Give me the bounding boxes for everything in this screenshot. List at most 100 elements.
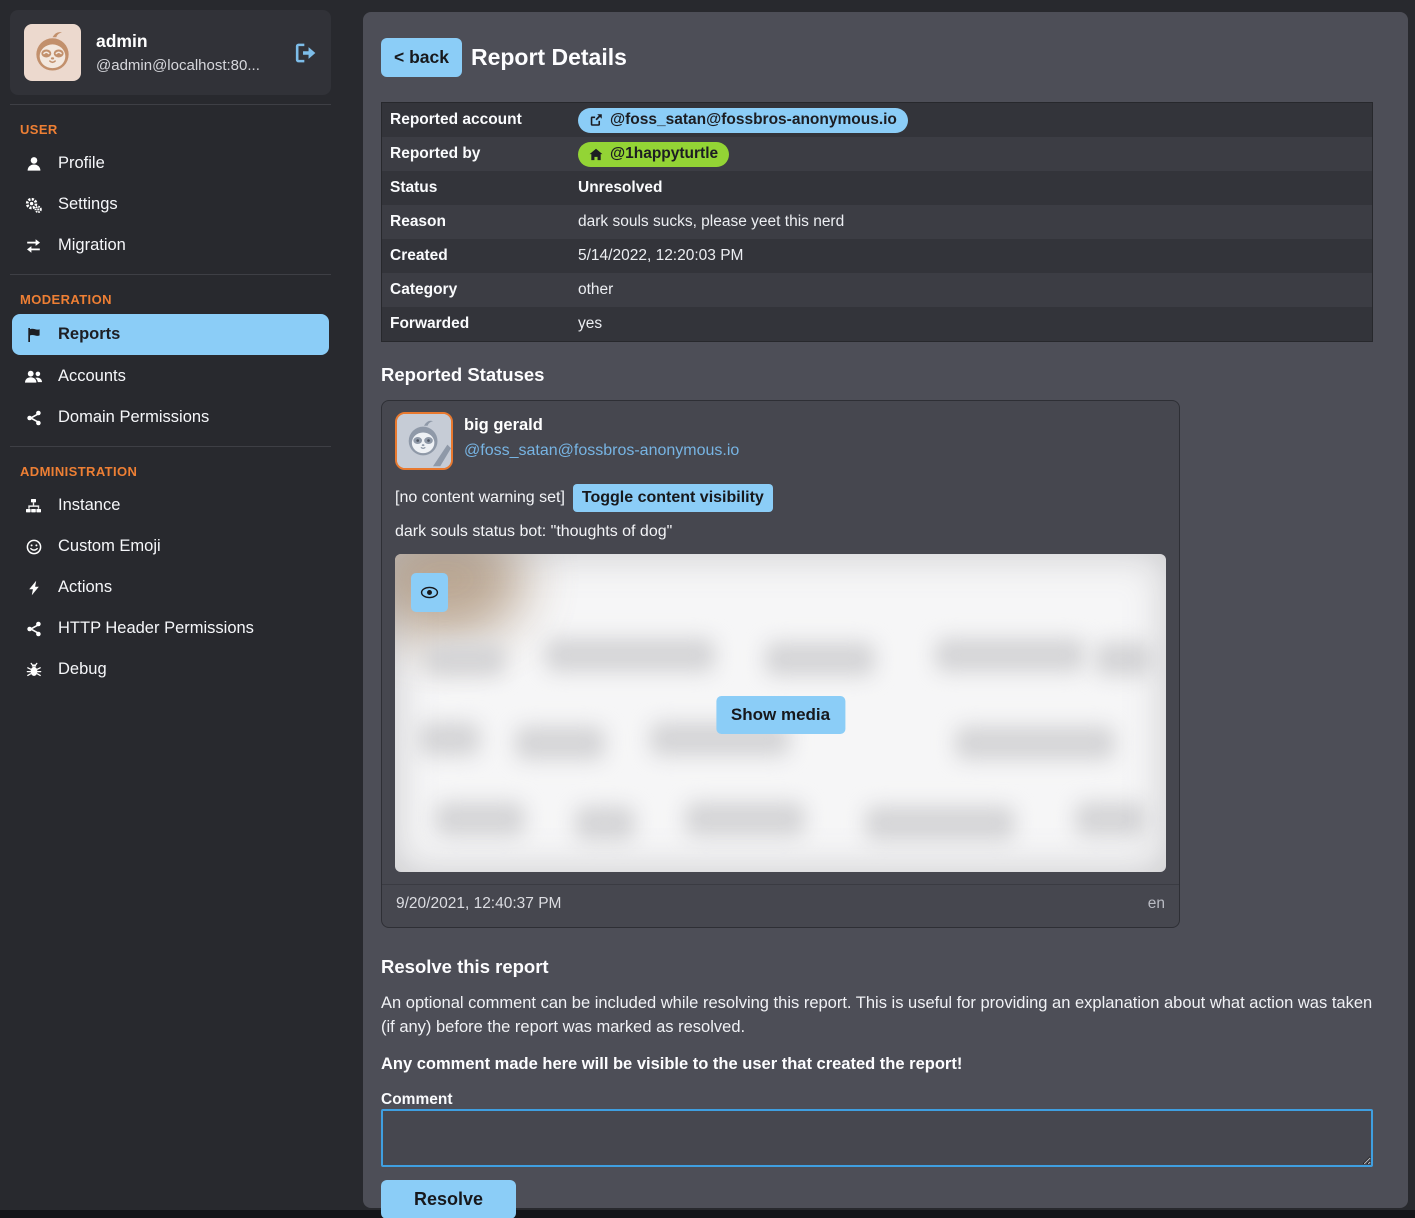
sidebar-item-reports[interactable]: Reports (12, 314, 329, 355)
reported-by-badge[interactable]: @1happyturtle (578, 142, 729, 167)
users-icon (24, 369, 43, 385)
row-value: 5/14/2022, 12:20:03 PM (578, 247, 743, 265)
status-footer: 9/20/2021, 12:40:37 PM en (382, 884, 1179, 923)
table-row: Reported account @foss_satan@fossbros-an… (382, 103, 1372, 137)
section-label-moderation: MODERATION (20, 292, 331, 307)
badge-label: @foss_satan@fossbros-anonymous.io (610, 111, 897, 129)
status-avatar (395, 412, 453, 470)
hide-media-button[interactable] (411, 573, 448, 612)
logout-button[interactable] (291, 40, 317, 66)
row-value: yes (578, 315, 602, 333)
sidebar-item-label: Reports (58, 325, 120, 344)
sidebar-item-instance[interactable]: Instance (12, 486, 329, 525)
content-warning-text: [no content warning set] (395, 489, 565, 507)
status-display-name: big gerald (464, 416, 739, 435)
sidebar-item-label: Settings (58, 195, 118, 214)
sidebar-divider (10, 446, 331, 447)
page: admin @admin@localhost:80... USER (0, 0, 1415, 1210)
share-nodes-icon (24, 410, 43, 426)
table-row: Reason dark souls sucks, please yeet thi… (382, 205, 1372, 239)
section-label-administration: ADMINISTRATION (20, 464, 331, 479)
status-header: big gerald @foss_satan@fossbros-anonymou… (395, 412, 1166, 470)
status-language: en (1148, 895, 1165, 913)
reported-status-card: big gerald @foss_satan@fossbros-anonymou… (381, 400, 1180, 928)
nav-section-administration: ADMINISTRATION Instance (10, 464, 331, 689)
nav-section-moderation: MODERATION Reports Accounts (10, 292, 331, 437)
sidebar-item-accounts[interactable]: Accounts (12, 357, 329, 396)
user-icon (24, 156, 43, 172)
external-link-icon (589, 113, 603, 127)
comment-label: Comment (381, 1091, 452, 1108)
page-title: Report Details (471, 44, 627, 71)
table-row: Category other (382, 273, 1372, 307)
back-button[interactable]: < back (381, 38, 462, 77)
report-info-table: Reported account @foss_satan@fossbros-an… (381, 102, 1373, 342)
status-names: big gerald @foss_satan@fossbros-anonymou… (464, 412, 739, 470)
sidebar-item-migration[interactable]: Migration (12, 226, 329, 265)
reported-account-badge[interactable]: @foss_satan@fossbros-anonymous.io (578, 108, 908, 133)
sidebar-item-profile[interactable]: Profile (12, 144, 329, 183)
resolve-description: An optional comment can be included whil… (381, 992, 1373, 1040)
row-value: dark souls sucks, please yeet this nerd (578, 213, 844, 231)
sloth-avatar-image (24, 24, 81, 81)
sign-out-icon (291, 40, 317, 66)
sidebar-item-label: Domain Permissions (58, 408, 209, 427)
row-label: Reported account (382, 111, 578, 129)
sitemap-icon (24, 498, 43, 514)
sidebar: admin @admin@localhost:80... USER (0, 0, 347, 1210)
share-nodes-icon (24, 621, 43, 637)
sidebar-item-domain-permissions[interactable]: Domain Permissions (12, 398, 329, 437)
sidebar-item-label: Accounts (58, 367, 126, 386)
table-row: Forwarded yes (382, 307, 1372, 341)
house-icon (589, 148, 603, 161)
sidebar-item-actions[interactable]: Actions (12, 568, 329, 607)
resolve-button[interactable]: Resolve (381, 1180, 516, 1218)
sidebar-item-debug[interactable]: Debug (12, 650, 329, 689)
row-label: Reason (382, 213, 578, 231)
sidebar-item-label: Debug (58, 660, 107, 679)
sidebar-item-custom-emoji[interactable]: Custom Emoji (12, 527, 329, 566)
row-label: Forwarded (382, 315, 578, 333)
nav-section-user: USER Profile Setti (10, 122, 331, 265)
show-media-button[interactable]: Show media (716, 696, 845, 734)
reported-statuses-heading: Reported Statuses (381, 364, 1373, 386)
sidebar-divider (10, 274, 331, 275)
row-value: other (578, 281, 613, 299)
bug-icon (24, 662, 43, 678)
smiley-icon (24, 539, 43, 555)
main-area: < back Report Details Reported account (347, 0, 1415, 1210)
table-row: Status Unresolved (382, 171, 1372, 205)
row-label: Status (382, 179, 578, 197)
sidebar-item-label: Migration (58, 236, 126, 255)
status-content-text: dark souls status bot: "thoughts of dog" (395, 523, 1166, 541)
row-label: Category (382, 281, 578, 299)
user-handle: @admin@localhost:80... (96, 57, 260, 74)
flag-icon (24, 327, 43, 343)
table-row: Reported by @1happyturtle (382, 137, 1372, 171)
row-value: @1happyturtle (578, 142, 729, 167)
user-name: admin (96, 31, 260, 52)
report-details-panel: < back Report Details Reported account (363, 12, 1408, 1208)
sidebar-divider (10, 104, 331, 105)
sidebar-item-http-header-permissions[interactable]: HTTP Header Permissions (12, 609, 329, 648)
content-warning-row: [no content warning set] Toggle content … (395, 484, 1166, 512)
row-value: @foss_satan@fossbros-anonymous.io (578, 108, 908, 133)
badge-label: @1happyturtle (610, 145, 718, 163)
comment-textarea[interactable] (381, 1109, 1373, 1167)
toggle-content-visibility-button[interactable]: Toggle content visibility (573, 484, 773, 512)
resolve-report-heading: Resolve this report (381, 956, 1373, 978)
status-media-attachment: Show media (395, 554, 1166, 872)
sidebar-item-label: Actions (58, 578, 112, 597)
resolve-warning: Any comment made here will be visible to… (381, 1055, 1373, 1074)
user-card: admin @admin@localhost:80... (10, 10, 331, 95)
gears-icon (24, 197, 43, 213)
row-label: Created (382, 247, 578, 265)
eye-icon (420, 586, 439, 599)
sidebar-item-settings[interactable]: Settings (12, 185, 329, 224)
arrows-left-right-icon (24, 238, 43, 254)
status-timestamp: 9/20/2021, 12:40:37 PM (396, 895, 561, 913)
sloth-avatar-image (397, 414, 451, 468)
row-value: Unresolved (578, 179, 662, 197)
status-account-link[interactable]: @foss_satan@fossbros-anonymous.io (464, 442, 739, 460)
row-label: Reported by (382, 145, 578, 163)
